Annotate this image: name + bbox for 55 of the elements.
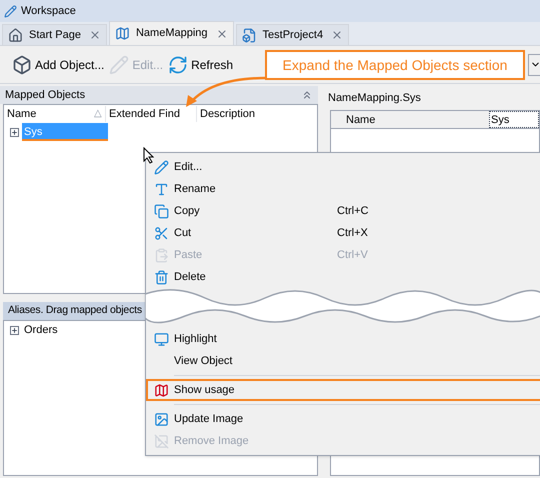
panel-title: Aliases. Drag mapped objects bbox=[8, 303, 142, 318]
tab-icon bbox=[242, 28, 257, 42]
scissors-icon bbox=[154, 226, 168, 240]
menu-item[interactable]: Highlight bbox=[146, 328, 540, 350]
copy-icon bbox=[154, 204, 168, 218]
dropdown-button[interactable] bbox=[528, 54, 540, 76]
menu-item[interactable]: Cut Ctrl+X bbox=[146, 222, 540, 244]
collapse-icon[interactable] bbox=[301, 89, 313, 101]
menu-item[interactable]: Delete bbox=[146, 266, 540, 288]
expand-icon[interactable] bbox=[10, 326, 19, 334]
toolbar-button[interactable]: Add Object... bbox=[12, 50, 104, 78]
tab[interactable]: TestProject4 bbox=[236, 24, 350, 45]
expand-icon[interactable] bbox=[10, 128, 19, 136]
panel-title: Mapped Objects bbox=[5, 88, 86, 103]
pencil-icon bbox=[4, 4, 17, 18]
tab-label: Start Page bbox=[29, 28, 81, 43]
map-icon bbox=[154, 382, 168, 398]
trash-icon bbox=[154, 270, 168, 284]
close-icon[interactable] bbox=[88, 29, 101, 41]
column-header[interactable]: Name bbox=[331, 111, 489, 128]
menu-item[interactable]: Edit... bbox=[146, 156, 540, 178]
column-label: Name bbox=[7, 106, 36, 122]
window-title: Workspace bbox=[21, 4, 76, 19]
callout: Expand the Mapped Objects section bbox=[265, 50, 525, 80]
tab-label: NameMapping bbox=[136, 26, 208, 42]
paste-icon bbox=[154, 248, 168, 262]
tree-item[interactable]: Orders bbox=[22, 321, 60, 339]
panel-title: NameMapping.Sys bbox=[328, 90, 421, 106]
pencil-icon bbox=[154, 160, 168, 174]
menu-item[interactable]: Rename bbox=[146, 178, 540, 200]
close-icon[interactable] bbox=[216, 28, 228, 40]
menu-item[interactable]: View Object bbox=[146, 350, 540, 372]
menu-item[interactable]: Update Image bbox=[146, 408, 540, 430]
arrow-icon bbox=[183, 76, 267, 108]
menu-item[interactable]: Copy Ctrl+C bbox=[146, 200, 540, 222]
column-header[interactable]: Name △ bbox=[4, 106, 106, 122]
toolbar-button[interactable]: Refresh bbox=[168, 50, 234, 78]
column-header[interactable]: Sys bbox=[489, 111, 539, 128]
mouse-pointer-icon bbox=[143, 147, 154, 164]
image-icon bbox=[154, 412, 168, 426]
sort-indicator: △ bbox=[94, 106, 102, 121]
monitor-icon bbox=[154, 332, 168, 346]
menu-item[interactable]: Show usage bbox=[146, 379, 540, 401]
box-icon bbox=[12, 54, 32, 74]
tab-icon bbox=[114, 26, 130, 41]
close-icon[interactable] bbox=[331, 29, 344, 41]
text-icon bbox=[154, 182, 168, 196]
image-off-icon bbox=[154, 434, 168, 448]
tab[interactable]: NameMapping bbox=[108, 21, 234, 45]
tab[interactable]: Start Page bbox=[2, 24, 107, 45]
tab-label: TestProject4 bbox=[262, 28, 324, 43]
refresh-icon bbox=[168, 54, 188, 74]
pencil-icon bbox=[109, 54, 130, 74]
column-header[interactable]: Description bbox=[197, 106, 258, 122]
tab-icon bbox=[8, 28, 23, 42]
